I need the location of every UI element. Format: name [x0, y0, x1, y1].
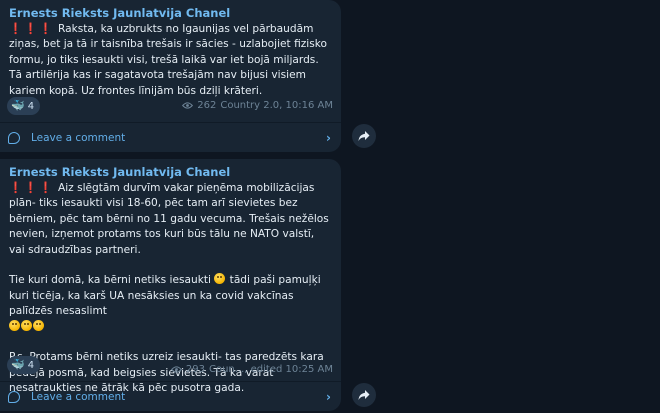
grinning-face-icon — [21, 319, 32, 331]
reaction-chip[interactable]: 🐳 4 — [7, 97, 41, 115]
leave-comment-label: Leave a comment — [31, 131, 126, 144]
post-paragraph-1: Aiz slēgtām durvīm vakar pieņēma mobiliz… — [9, 182, 329, 256]
leave-comment-label: Leave a comment — [31, 390, 126, 403]
post-meta-row: 🐳 4 262 Country 2.0, 10:16 AM — [0, 97, 341, 117]
reaction-chip[interactable]: 🐳 4 — [7, 356, 41, 374]
share-arrow-icon — [358, 390, 370, 400]
channel-post-1: Ernests Rieksts Jaunlatvija Chanel ❗❗❗ R… — [0, 0, 341, 152]
post-meta-row: 🐳 4 293 Coun..., edited 10:25 AM — [0, 356, 341, 376]
post-meta: 262 Country 2.0, 10:16 AM — [182, 100, 333, 111]
reaction-count: 4 — [27, 359, 35, 371]
post-text: ❗❗❗ Raksta, ka uzbrukts no Igaunijas vel… — [9, 22, 331, 99]
post-meta: 293 Coun..., edited 10:25 AM — [170, 364, 333, 375]
grinning-face-icon — [9, 319, 20, 331]
exclamation-icons: ❗❗❗ — [9, 182, 55, 194]
chevron-right-icon: › — [326, 389, 331, 404]
post-text-body: Raksta, ka uzbrukts no Igaunijas vel pār… — [9, 23, 328, 97]
comment-icon — [8, 131, 20, 144]
post-author[interactable]: Ernests Rieksts Jaunlatvija Chanel — [9, 165, 331, 180]
grinning-face-icon — [33, 319, 44, 331]
exclamation-icons: ❗❗❗ — [9, 23, 55, 35]
eye-icon — [170, 366, 182, 373]
view-count: 293 — [185, 364, 205, 375]
view-count: 262 — [197, 100, 217, 111]
share-arrow-icon — [358, 131, 370, 141]
post-author[interactable]: Ernests Rieksts Jaunlatvija Chanel — [9, 6, 331, 21]
post-paragraph-2a: Tie kuri domā, ka bērni netiks iesaukti — [9, 274, 215, 287]
grinning-face-icon — [214, 273, 226, 285]
reaction-count: 4 — [27, 100, 35, 112]
share-button[interactable] — [352, 124, 376, 148]
leave-comment-button[interactable]: Leave a comment › — [0, 122, 341, 152]
channel-post-2: Ernests Rieksts Jaunlatvija Chanel ❗❗❗ A… — [0, 159, 341, 411]
leave-comment-button[interactable]: Leave a comment › — [0, 381, 341, 411]
comment-icon — [8, 390, 20, 403]
eye-icon — [182, 102, 194, 109]
whale-icon: 🐳 — [11, 99, 25, 112]
post-time: Coun..., edited 10:25 AM — [208, 364, 333, 375]
whale-icon: 🐳 — [11, 358, 25, 371]
share-button[interactable] — [352, 383, 376, 407]
post-time: Country 2.0, 10:16 AM — [220, 100, 333, 111]
chevron-right-icon: › — [326, 130, 331, 145]
